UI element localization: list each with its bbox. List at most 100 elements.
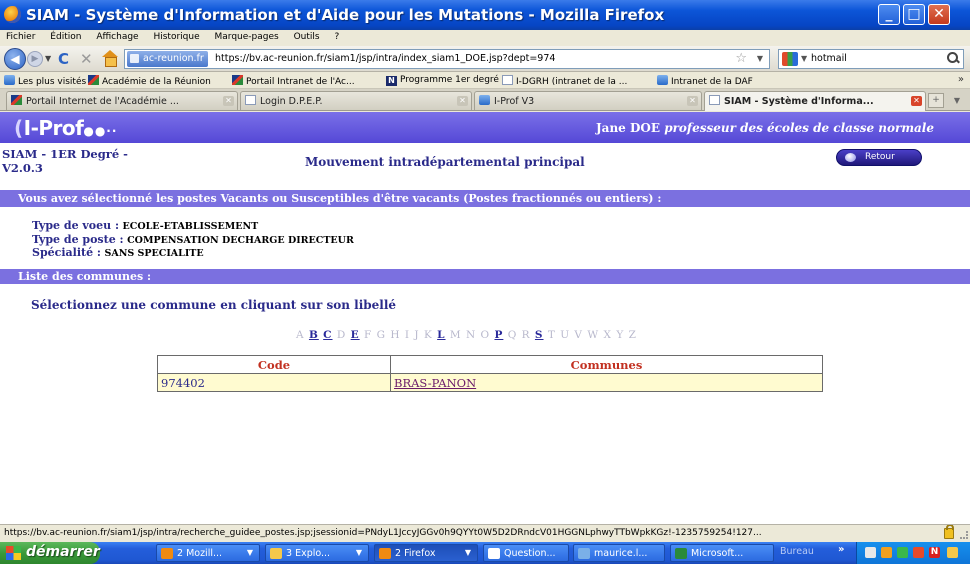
letter-l[interactable]: L — [437, 329, 445, 341]
taskbar-button[interactable]: Question... — [483, 544, 569, 562]
menu-edition[interactable]: Édition — [44, 30, 87, 42]
bookmark-plus-visites[interactable]: Les plus visités — [4, 75, 86, 87]
antivirus-icon[interactable] — [897, 547, 908, 558]
taskbar-button[interactable]: Microsoft... — [670, 544, 774, 562]
url-bar[interactable]: ac-reunion.fr https://bv.ac-reunion.fr/s… — [124, 49, 770, 69]
academie-icon — [11, 95, 22, 105]
app-icon — [161, 548, 173, 559]
letter-y: Y — [616, 329, 625, 341]
bookmark-portail-intranet[interactable]: Portail Intranet de l'Ac... — [232, 75, 355, 87]
back-button[interactable]: ◀ — [4, 48, 26, 70]
search-input[interactable]: hotmail — [811, 53, 847, 64]
menu-affichage[interactable]: Affichage — [90, 30, 144, 42]
letter-x: X — [603, 329, 612, 341]
new-tab-button[interactable]: + — [928, 93, 944, 108]
bookmark-academie-reunion[interactable]: Académie de la Réunion — [88, 75, 211, 87]
menu-help[interactable]: ? — [328, 30, 345, 42]
app-icon — [578, 548, 590, 559]
commune-instruction: Sélectionnez une commune en cliquant sur… — [31, 298, 397, 312]
letter-p[interactable]: P — [494, 329, 503, 341]
bookmark-programme-1er-degre[interactable]: N Programme 1er degré — [386, 75, 499, 86]
tab-close-icon[interactable]: ✕ — [911, 96, 922, 106]
title-bar: SIAM - Système d'Information et d'Aide p… — [0, 0, 970, 30]
search-engine-dropdown-icon[interactable]: ▼ — [801, 54, 807, 63]
tab-close-icon[interactable]: ✕ — [223, 96, 234, 106]
network-icon[interactable] — [865, 547, 876, 558]
menu-marque-pages[interactable]: Marque-pages — [209, 30, 285, 42]
start-button[interactable]: démarrer — [0, 542, 100, 564]
specialite-label: Spécialité : — [32, 246, 101, 259]
logo-text: I-Prof — [23, 116, 84, 140]
site-identity-button[interactable]: ac-reunion.fr — [127, 51, 208, 67]
bookmark-folder-icon — [4, 75, 15, 85]
menu-fichier[interactable]: Fichier — [0, 30, 41, 42]
taskbar-button-label: 2 Firefox — [395, 548, 436, 559]
selection-banner: Vous avez sélectionné les postes Vacants… — [0, 190, 970, 207]
letter-c[interactable]: C — [323, 329, 332, 341]
letter-s[interactable]: S — [535, 329, 544, 341]
url-text[interactable]: https://bv.ac-reunion.fr/siam1/jsp/intra… — [215, 53, 555, 64]
commune-code: 974402 — [157, 373, 391, 392]
tab-login-dpep[interactable]: Login D.P.E.P. ✕ — [240, 91, 472, 110]
bookmarks-toolbar: Les plus visités Académie de la Réunion … — [0, 72, 970, 89]
taskbar-button[interactable]: 2 Mozill... ▼ — [156, 544, 260, 562]
tab-list-icon[interactable]: ▼ — [950, 93, 964, 108]
reload-icon[interactable]: C — [58, 50, 69, 68]
security-icon[interactable] — [913, 547, 924, 558]
stop-icon[interactable]: ✕ — [80, 50, 93, 68]
tab-siam[interactable]: SIAM - Système d'Informa... ✕ — [704, 91, 926, 111]
forward-button[interactable]: ▶ — [27, 51, 43, 67]
letter-v: V — [574, 329, 584, 341]
tab-i-prof-v3[interactable]: I-Prof V3 ✕ — [474, 91, 702, 110]
iprof-logo: I-Prof●●·· — [14, 116, 117, 140]
resize-grip[interactable] — [960, 531, 968, 539]
bookmark-label: I-DGRH (intranet de la ... — [516, 77, 628, 87]
table-row: 974402 BRAS-PANON — [157, 373, 823, 392]
volume-icon[interactable] — [881, 547, 892, 558]
bookmark-i-dgrh[interactable]: I-DGRH (intranet de la ... — [502, 75, 627, 87]
search-icon[interactable] — [947, 52, 959, 64]
close-button[interactable]: ✕ — [928, 4, 950, 25]
retour-button[interactable]: Retour — [836, 149, 922, 166]
menu-outils[interactable]: Outils — [288, 30, 326, 42]
taskbar-button[interactable]: maurice.l... — [573, 544, 665, 562]
lock-icon[interactable] — [944, 525, 954, 539]
maximize-button[interactable]: □ — [903, 4, 925, 25]
home-icon[interactable] — [101, 50, 119, 67]
letter-e[interactable]: E — [351, 329, 360, 341]
type-poste-label: Type de poste : — [32, 233, 124, 246]
messenger-icon[interactable] — [947, 547, 958, 558]
specialite-line: Spécialité : SANS SPECIALITE — [32, 246, 204, 259]
menu-historique[interactable]: Historique — [147, 30, 205, 42]
tab-close-icon[interactable]: ✕ — [687, 96, 698, 106]
bookmarks-overflow-icon[interactable]: » — [958, 74, 964, 85]
windows-flag-icon — [6, 546, 21, 560]
tray-toolbar-label[interactable]: Bureau — [780, 546, 814, 557]
alphabet-index: A B C D E F G H I J K L M N O P Q R S T … — [296, 329, 637, 341]
tab-portail-internet[interactable]: Portail Internet de l'Académie ... ✕ — [6, 91, 238, 110]
search-box[interactable]: ▼ hotmail — [778, 49, 964, 69]
n-tray-icon[interactable]: N — [929, 547, 940, 558]
tab-close-icon[interactable]: ✕ — [457, 96, 468, 106]
user-role: professeur des écoles de classe normale — [664, 121, 934, 135]
taskbar-button[interactable]: 3 Explo... ▼ — [265, 544, 369, 562]
bookmark-star-icon[interactable]: ☆ — [735, 51, 747, 66]
minimize-button[interactable]: _ — [878, 4, 900, 25]
search-engine-icon[interactable] — [782, 52, 798, 66]
windows-taskbar: démarrer 2 Mozill... ▼ 3 Explo... ▼ 2 Firefo… — [0, 542, 970, 564]
user-info: Jane DOE professeur des écoles de classe… — [596, 121, 934, 135]
letter-u: U — [560, 329, 571, 341]
history-dropdown-icon[interactable]: ▼ — [45, 54, 51, 63]
taskbar-button[interactable]: 2 Firefox ▼ — [374, 544, 478, 562]
url-dropdown-icon[interactable]: ▼ — [757, 54, 763, 63]
bookmark-intranet-daf[interactable]: Intranet de la DAF — [657, 75, 753, 87]
letter-o: O — [480, 329, 491, 341]
type-poste-line: Type de poste : COMPENSATION DECHARGE DI… — [32, 233, 354, 246]
app-icon — [379, 548, 391, 559]
type-voeu-value: ECOLE-ETABLISSEMENT — [122, 221, 259, 232]
type-voeu-line: Type de voeu : ECOLE-ETABLISSEMENT — [32, 219, 258, 232]
commune-link[interactable]: BRAS-PANON — [394, 376, 476, 390]
letter-b[interactable]: B — [309, 329, 319, 341]
tray-overflow-icon[interactable]: » — [838, 544, 844, 555]
window-title: SIAM - Système d'Information et d'Aide p… — [26, 6, 665, 24]
